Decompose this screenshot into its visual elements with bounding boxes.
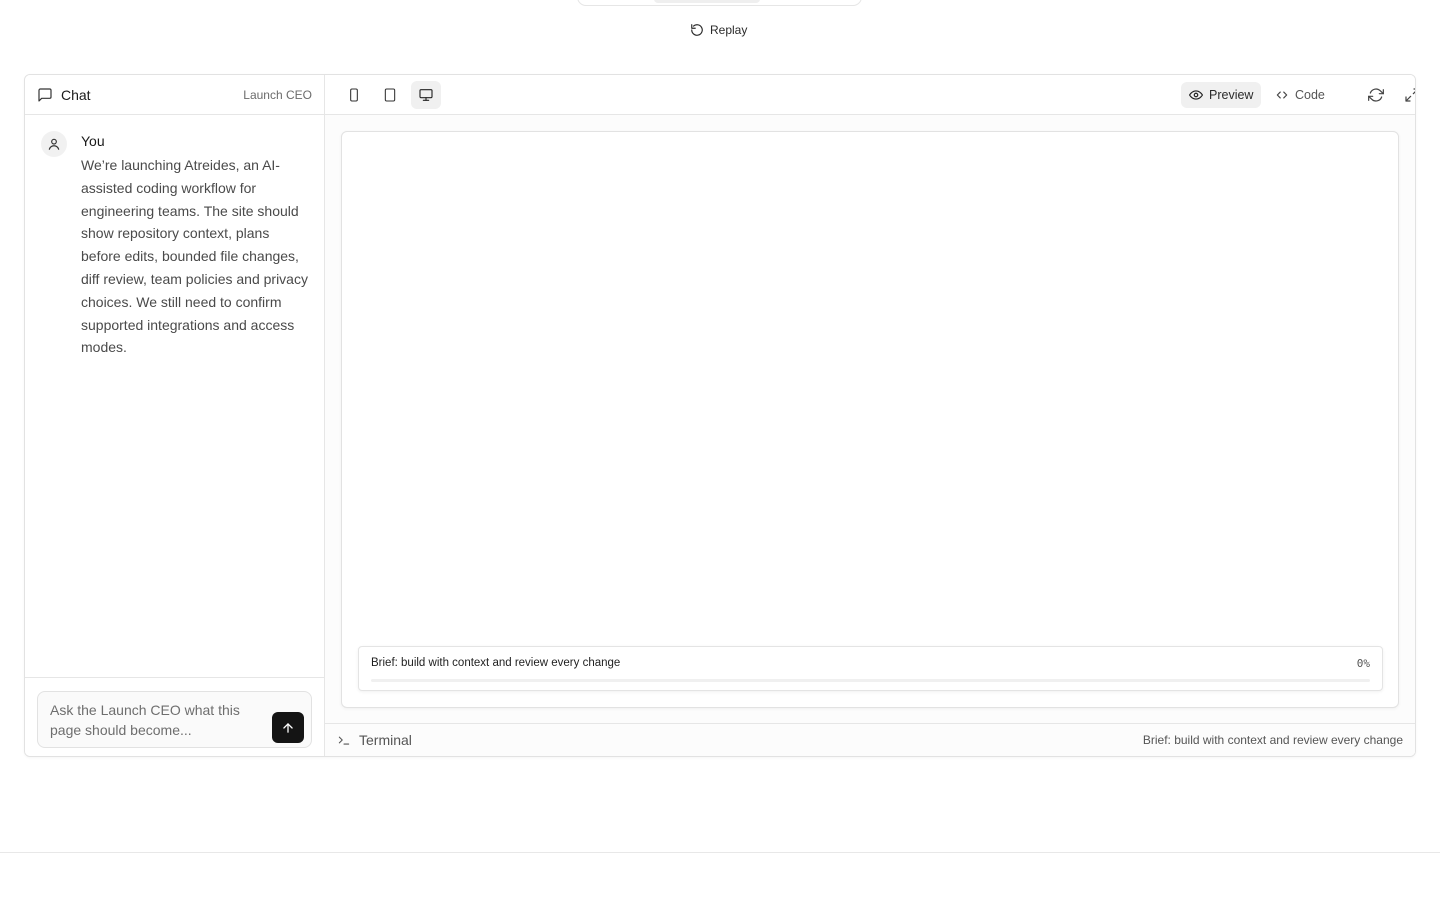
- monitor-icon: [418, 87, 434, 103]
- avatar: [41, 131, 67, 157]
- preview-tab-label: Preview: [1209, 88, 1254, 102]
- eye-icon: [1189, 88, 1203, 102]
- refresh-icon: [1368, 87, 1384, 103]
- footer-divider: [0, 852, 1440, 853]
- chat-input[interactable]: [50, 700, 260, 744]
- user-icon: [47, 137, 61, 151]
- code-tab-label: Code: [1295, 88, 1325, 102]
- replay-label: Replay: [710, 23, 748, 37]
- chat-title: Chat: [61, 86, 91, 103]
- code-tab[interactable]: Code: [1267, 82, 1333, 108]
- refresh-button[interactable]: [1362, 82, 1390, 108]
- workspace-frame: Chat Launch CEO You We’re launching Atre…: [24, 74, 1416, 757]
- tablet-icon: [382, 87, 398, 103]
- top-scrubber-handle: [654, 0, 760, 3]
- message-square-icon: [37, 87, 53, 103]
- rotate-ccw-icon: [690, 23, 704, 37]
- terminal-toggle[interactable]: Terminal: [359, 732, 412, 748]
- composer: [37, 691, 312, 748]
- progress-bar: [371, 679, 1370, 682]
- tablet-view-button[interactable]: [375, 81, 405, 109]
- chat-header: Chat Launch CEO: [25, 75, 324, 115]
- replay-button[interactable]: Replay: [690, 22, 747, 38]
- terminal-icon: [337, 733, 351, 747]
- mobile-view-button[interactable]: [339, 81, 369, 109]
- terminal-bar: Terminal Brief: build with context and r…: [325, 723, 1415, 756]
- chat-message: You We’re launching Atreides, an AI-assi…: [41, 131, 311, 359]
- preview-panel: Preview Code Brief: build with context a…: [325, 75, 1415, 756]
- preview-tab[interactable]: Preview: [1181, 82, 1262, 108]
- brief-label: Brief: build with context and review eve…: [371, 657, 621, 669]
- code-icon: [1275, 88, 1289, 102]
- chat-subtitle: Launch CEO: [243, 87, 312, 102]
- chat-panel: Chat Launch CEO You We’re launching Atre…: [25, 75, 325, 756]
- desktop-view-button[interactable]: [411, 81, 441, 109]
- composer-area: [25, 677, 324, 756]
- message-author: You: [81, 133, 105, 149]
- preview-canvas: Brief: build with context and review eve…: [341, 131, 1399, 708]
- smartphone-icon: [346, 87, 362, 103]
- maximize-icon: [1404, 87, 1415, 103]
- fullscreen-button[interactable]: [1398, 82, 1415, 108]
- message-text: We’re launching Atreides, an AI-assisted…: [81, 157, 308, 356]
- preview-toolbar: Preview Code: [325, 75, 1415, 115]
- terminal-status: Brief: build with context and review eve…: [1142, 733, 1403, 747]
- top-scrubber: [577, 0, 862, 6]
- brief-progress-card: Brief: build with context and review eve…: [358, 646, 1383, 691]
- send-button[interactable]: [272, 712, 304, 743]
- arrow-up-icon: [281, 721, 295, 735]
- progress-percent: 0%: [1356, 657, 1370, 670]
